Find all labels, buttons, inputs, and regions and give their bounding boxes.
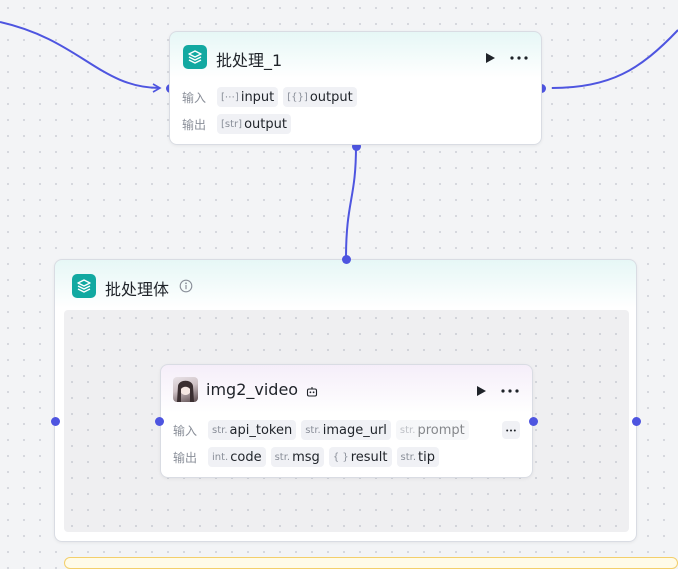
output-tag-result[interactable]: { } result [328,447,392,467]
more-options-button[interactable] [500,381,520,401]
batch-inputs-row: 输入 [⋯] input [{}] output [182,87,357,107]
more-inputs-button[interactable] [501,421,520,439]
layers-icon [72,274,96,298]
img2-video-inputs-row: 输入 str. api_token str. image_url str. promp… [173,420,520,440]
img2-video-header: img2_video [161,365,532,413]
batch-node-title: 批处理_1 [216,51,283,70]
play-icon [486,53,495,63]
more-icon [510,56,528,60]
more-icon [501,389,519,393]
edge-into-batch [0,21,162,93]
output-tag-msg[interactable]: str. msg [270,447,324,467]
info-icon[interactable] [179,278,193,293]
inputs-label: 输入 [182,90,207,105]
bot-icon [306,383,318,397]
more-icon [505,429,516,431]
output-tag-tip[interactable]: str. tip [396,447,439,467]
play-icon [477,386,486,396]
img2-video-input-port[interactable] [155,417,164,426]
next-node-partial[interactable] [64,557,678,569]
batch-node[interactable]: 批处理_1 输入 [⋯] input [{}] output 输出 [str] out… [169,31,542,145]
img2-video-outputs-row: 输出 int. code str. msg { } result str. tip [173,447,439,467]
batch-body-top-port[interactable] [342,255,351,264]
batch-body-left-port[interactable] [51,417,60,426]
input-tag-prompt[interactable]: str. prompt [395,420,469,440]
img2-video-output-port[interactable] [529,417,538,426]
edge-batch-to-body [345,145,357,260]
batch-body-right-port[interactable] [632,417,641,426]
img2-video-node[interactable]: img2_video 输入 str. api_token str. image_ur… [160,364,533,478]
input-tag-api-token[interactable]: str. api_token [208,420,297,440]
batch-node-header: 批处理_1 [170,32,541,80]
edge-out-of-batch [551,29,678,89]
input-tag-output[interactable]: [{}] output [283,87,357,107]
batch-outputs-row: 输出 [str] output [182,114,291,134]
run-button[interactable] [471,381,491,401]
run-button[interactable] [480,48,500,68]
output-tag-code[interactable]: int. code [208,447,266,467]
output-tag-output[interactable]: [str] output [217,114,291,134]
img2-video-title: img2_video [206,380,299,399]
inputs-label: 输入 [173,423,198,438]
avatar-image [173,377,198,402]
input-tag-image-url[interactable]: str. image_url [301,420,391,440]
input-tag-input[interactable]: [⋯] input [217,87,279,107]
layers-icon [183,45,207,69]
more-options-button[interactable] [509,48,529,68]
outputs-label: 输出 [173,450,198,465]
batch-body-title: 批处理体 [105,280,170,299]
outputs-label: 输出 [182,117,207,132]
